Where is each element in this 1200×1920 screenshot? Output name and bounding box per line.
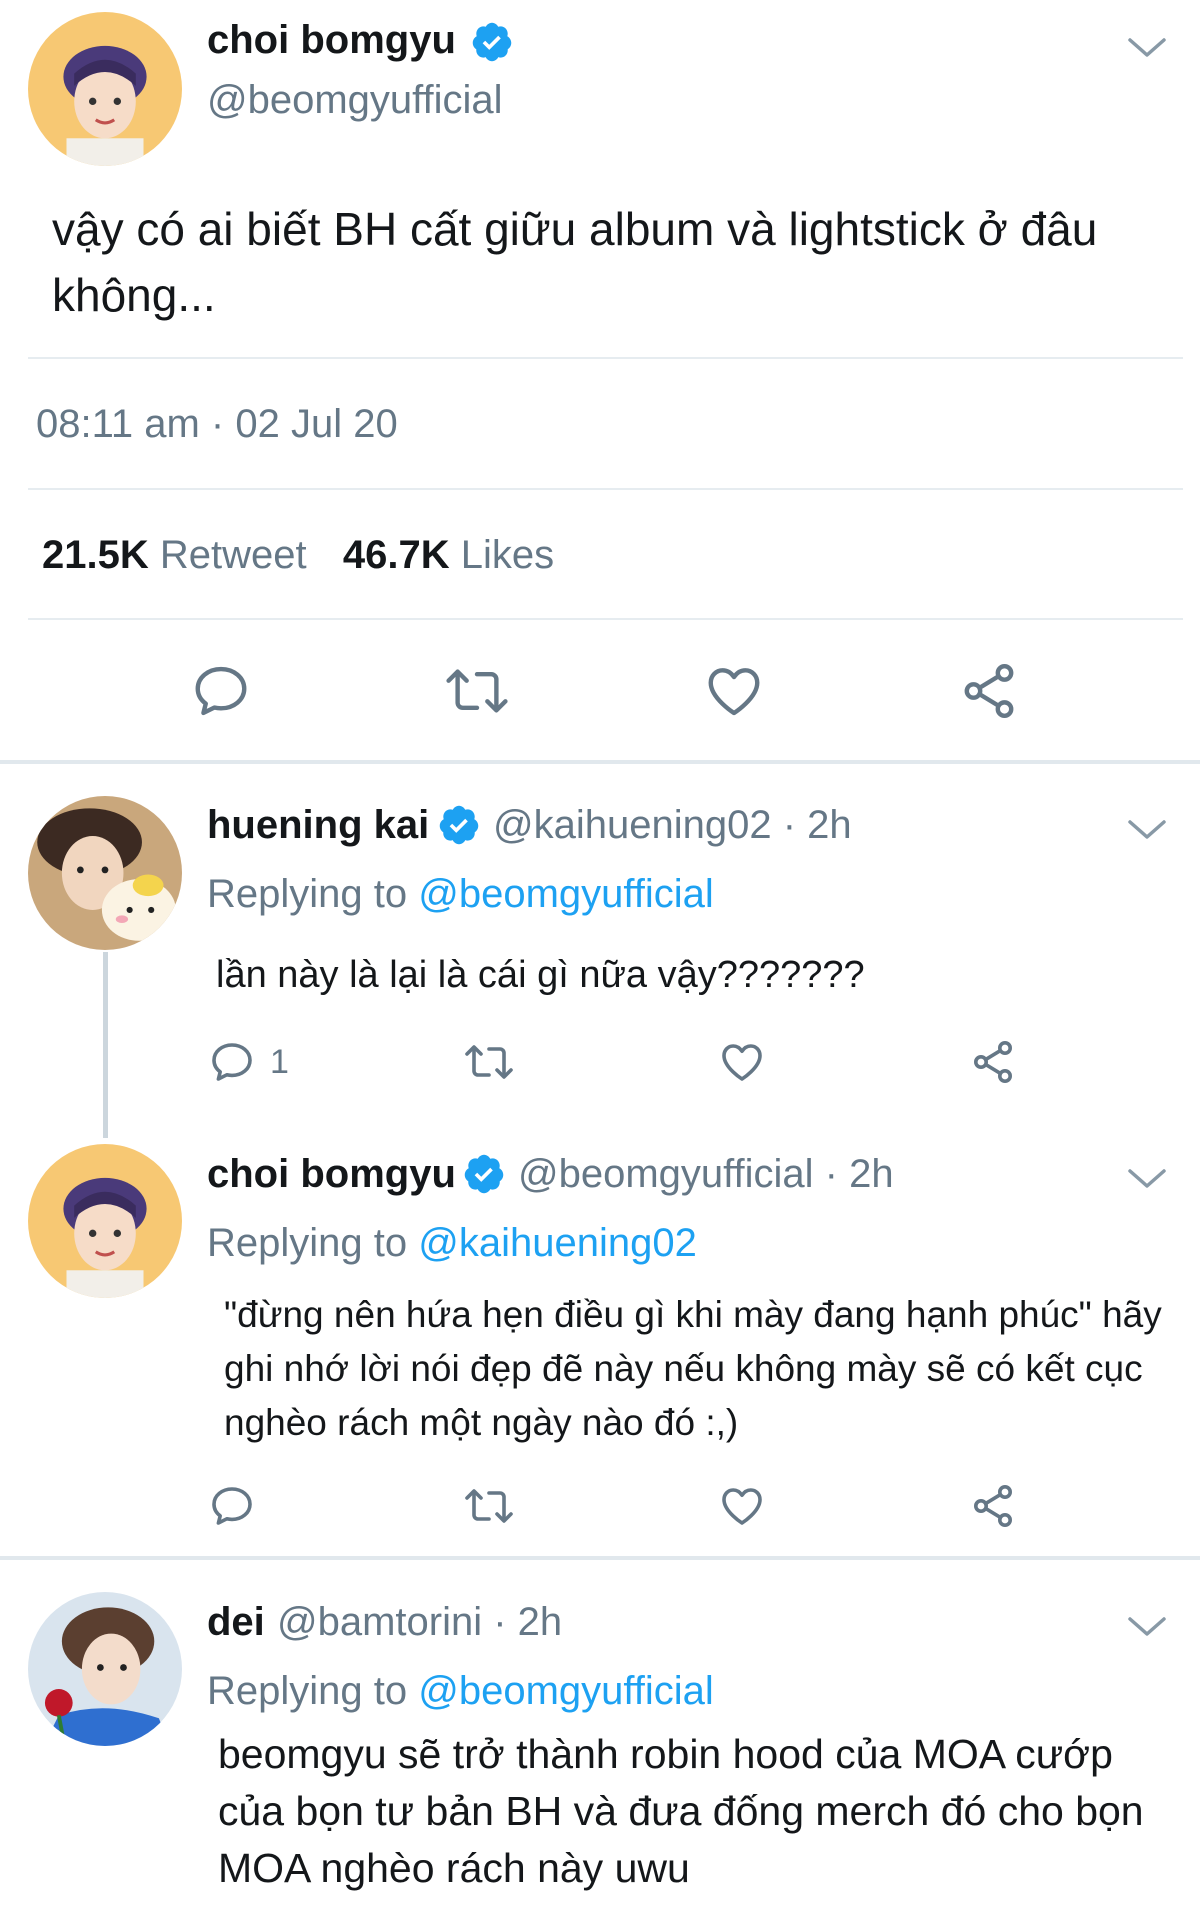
retweet-button[interactable]: [462, 1038, 516, 1086]
replying-to-label: Replying to: [207, 1221, 408, 1265]
reply-icon: [195, 666, 247, 716]
tweet-text: vậy có ai biết BH cất giữu album và ligh…: [52, 203, 1098, 321]
reply-icon: [212, 1043, 252, 1081]
reply-text: "đừng nên hứa hẹn điều gì khi mày đang h…: [224, 1294, 1162, 1443]
avatar-reply-3[interactable]: [28, 1592, 182, 1746]
replying-to: Replying to @beomgyufficial: [207, 872, 714, 917]
retweet-button[interactable]: [443, 660, 511, 722]
reply-text: beomgyu sẽ trở thành robin hood của MOA …: [218, 1731, 1144, 1891]
avatar-reply-1[interactable]: [28, 796, 182, 950]
reply-button[interactable]: [190, 660, 252, 722]
share-button[interactable]: [969, 1482, 1017, 1530]
likes-label[interactable]: Likes: [461, 533, 554, 577]
like-button[interactable]: [702, 660, 766, 722]
reply-author-handle[interactable]: @beomgyufficial · 2h: [518, 1152, 894, 1197]
verified-badge-icon: [472, 22, 512, 62]
reply-icon: [212, 1487, 252, 1525]
like-button[interactable]: [717, 1482, 767, 1530]
replying-to-handle[interactable]: @beomgyufficial: [418, 1669, 714, 1713]
author-handle[interactable]: @beomgyufficial: [207, 78, 503, 123]
avatar-reply-2[interactable]: [28, 1144, 182, 1298]
share-icon: [974, 1041, 1012, 1083]
retweet-icon: [465, 1045, 513, 1079]
retweet-icon: [465, 1489, 513, 1523]
share-button[interactable]: [958, 660, 1020, 722]
verified-badge-icon: [439, 805, 479, 845]
reply-author-name[interactable]: dei: [207, 1600, 265, 1645]
reply-author-handle[interactable]: @bamtorini · 2h: [277, 1600, 562, 1645]
chevron-down-icon[interactable]: [1127, 1167, 1167, 1191]
divider: [28, 488, 1183, 490]
like-icon: [708, 668, 760, 716]
retweet-count[interactable]: 21.5K: [42, 533, 149, 577]
chevron-down-icon[interactable]: [1127, 1615, 1167, 1639]
replying-to: Replying to @beomgyufficial: [207, 1669, 714, 1714]
reply-button[interactable]: [208, 1038, 256, 1086]
chevron-down-icon[interactable]: [1127, 818, 1167, 842]
reply-button[interactable]: [208, 1482, 256, 1530]
tweet-stats: 21.5K Retweet 46.7K Likes: [42, 533, 554, 578]
reply-author-name[interactable]: huening kai: [207, 803, 429, 848]
likes-count[interactable]: 46.7K: [343, 533, 450, 577]
replying-to-handle[interactable]: @kaihuening02: [418, 1221, 697, 1265]
retweet-icon: [446, 669, 508, 713]
verified-badge-icon: [464, 1154, 504, 1194]
reply-author-handle[interactable]: @kaihuening02 · 2h: [493, 803, 852, 848]
replying-to-label: Replying to: [207, 872, 408, 916]
retweet-button[interactable]: [462, 1482, 516, 1530]
reply-text: lần này là lại là cái gì nữa vậy???????: [216, 954, 865, 996]
share-icon: [964, 664, 1014, 718]
avatar-main[interactable]: [28, 12, 182, 166]
section-divider: [0, 1556, 1200, 1560]
replying-to-label: Replying to: [207, 1669, 408, 1713]
author-name[interactable]: choi bomgyu: [207, 18, 456, 63]
like-button[interactable]: [717, 1038, 767, 1086]
replying-to: Replying to @kaihuening02: [207, 1221, 697, 1266]
share-icon: [974, 1485, 1012, 1527]
thread-connector: [103, 952, 108, 1138]
divider: [28, 357, 1183, 359]
retweet-label[interactable]: Retweet: [160, 533, 307, 577]
replying-to-handle[interactable]: @beomgyufficial: [418, 872, 714, 916]
reply-author-name[interactable]: choi bomgyu: [207, 1152, 456, 1197]
reply-count: 1: [270, 1043, 289, 1081]
share-button[interactable]: [969, 1038, 1017, 1086]
like-icon: [722, 1044, 762, 1081]
like-icon: [722, 1488, 762, 1525]
divider: [28, 618, 1183, 620]
chevron-down-icon[interactable]: [1127, 36, 1167, 60]
tweet-timestamp[interactable]: 08:11 am · 02 Jul 20: [36, 402, 398, 447]
section-divider: [0, 760, 1200, 764]
